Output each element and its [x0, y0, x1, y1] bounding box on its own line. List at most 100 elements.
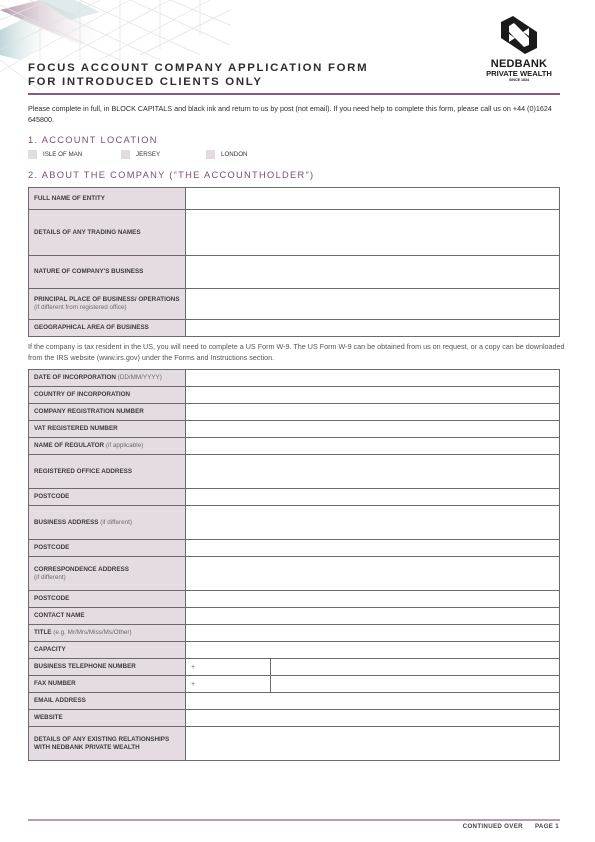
nature-of-company-s-business-input[interactable]	[185, 255, 560, 289]
form-row-name-of-regulator: NAME OF REGULATOR (if applicable)	[28, 437, 560, 455]
full-name-of-entity-input[interactable]	[185, 187, 560, 210]
capacity-input[interactable]	[185, 641, 560, 659]
form-row-details-of-any-trading-names: DETAILS OF ANY TRADING NAMES	[28, 209, 560, 256]
number-input[interactable]	[270, 675, 560, 693]
field-label: COUNTRY OF INCORPORATION	[28, 386, 186, 404]
number-input[interactable]	[270, 658, 560, 676]
field-label-text: PRINCIPAL PLACE OF BUSINESS/ OPERATIONS	[34, 296, 180, 303]
field-label-text: GEOGRAPHICAL AREA OF BUSINESS	[34, 324, 149, 331]
field-hint: (DD/MM/YYYY)	[117, 374, 162, 381]
option-label: ISLE OF MAN	[43, 151, 83, 158]
option-jersey[interactable]: JERSEY	[121, 150, 206, 159]
field-label: EMAIL ADDRESS	[28, 692, 186, 710]
form-row-vat-registered-number: VAT REGISTERED NUMBER	[28, 420, 560, 438]
title-input[interactable]	[185, 624, 560, 642]
form-row-date-of-incorporation: DATE OF INCORPORATION (DD/MM/YYYY)	[28, 369, 560, 387]
field-label-text: REGISTERED OFFICE ADDRESS	[34, 467, 133, 475]
field-label: FAX NUMBER	[28, 675, 186, 693]
field-label-text: COMPANY REGISTRATION NUMBER	[34, 408, 144, 415]
section-heading-account-location: 1. ACCOUNT LOCATION	[28, 135, 158, 145]
footer-divider	[28, 819, 560, 821]
details-of-any-trading-names-input[interactable]	[185, 209, 560, 256]
field-label: FULL NAME OF ENTITY	[28, 187, 186, 210]
email-address-input[interactable]	[185, 692, 560, 710]
form-row-title: TITLE (e.g. Mr/Mrs/Miss/Ms/Other)	[28, 624, 560, 642]
option-isle-of-man[interactable]: ISLE OF MAN	[28, 150, 121, 159]
option-london[interactable]: LONDON	[206, 150, 247, 159]
field-label-text: EMAIL ADDRESS	[34, 697, 86, 704]
field-label: DATE OF INCORPORATION (DD/MM/YYYY)	[28, 369, 186, 387]
business-address-input[interactable]	[185, 505, 560, 540]
form-row-website: WEBSITE	[28, 709, 560, 727]
postcode-input[interactable]	[185, 488, 560, 506]
principal-place-of-business-operations-input[interactable]	[185, 288, 560, 320]
field-label-text: CORRESPONDENCE ADDRESS	[34, 565, 129, 573]
form-row-business-telephone-number: BUSINESS TELEPHONE NUMBER +	[28, 658, 560, 676]
field-label: POSTCODE	[28, 539, 186, 557]
logo-since: SINCE 1834	[509, 78, 529, 82]
field-label-text: COUNTRY OF INCORPORATION	[34, 391, 131, 398]
company-details-table-1: FULL NAME OF ENTITY DETAILS OF ANY TRADIN…	[28, 187, 560, 337]
field-label: CORRESPONDENCE ADDRESS (if different)	[28, 556, 186, 591]
postcode-input[interactable]	[185, 590, 560, 608]
country-of-incorporation-input[interactable]	[185, 386, 560, 404]
form-row-contact-name: CONTACT NAME	[28, 607, 560, 625]
form-title-line2: FOR INTRODUCED CLIENTS ONLY	[28, 76, 263, 88]
section-heading-about-company: 2. ABOUT THE COMPANY (“THE ACCOUNTHOLDER…	[28, 170, 315, 180]
checkbox-isle-of-man[interactable]	[28, 150, 37, 159]
form-row-principal-place-of-business-operations: PRINCIPAL PLACE OF BUSINESS/ OPERATIONS(…	[28, 288, 560, 320]
plus-prefix: +	[191, 663, 196, 671]
header-divider	[28, 93, 560, 95]
details-of-any-existing-relationships-with-nedbank-private-wealth-input[interactable]	[185, 726, 560, 761]
form-row-full-name-of-entity: FULL NAME OF ENTITY	[28, 187, 560, 210]
form-row-registered-office-address: REGISTERED OFFICE ADDRESS	[28, 454, 560, 489]
form-row-details-of-any-existing-relationships-with-nedbank-private-wealth: DETAILS OF ANY EXISTING RELATIONSHIPS WI…	[28, 726, 560, 761]
field-label: POSTCODE	[28, 488, 186, 506]
field-label-text: POSTCODE	[34, 493, 70, 500]
field-hint: (if applicable)	[105, 442, 144, 449]
field-label: VAT REGISTERED NUMBER	[28, 420, 186, 438]
field-label-text: DETAILS OF ANY TRADING NAMES	[34, 228, 141, 236]
field-label: NAME OF REGULATOR (if applicable)	[28, 437, 186, 455]
form-row-nature-of-company-s-business: NATURE OF COMPANY'S BUSINESS	[28, 255, 560, 289]
checkbox-london[interactable]	[206, 150, 215, 159]
field-label: BUSINESS TELEPHONE NUMBER	[28, 658, 186, 676]
field-hint: (if different)	[34, 573, 66, 581]
field-label-text: TITLE	[34, 629, 52, 636]
country-code-input[interactable]: +	[185, 658, 271, 676]
vat-registered-number-input[interactable]	[185, 420, 560, 438]
logo-subtitle: PRIVATE WEALTH	[486, 69, 552, 78]
field-label-text: DATE OF INCORPORATION	[34, 374, 116, 381]
registered-office-address-input[interactable]	[185, 454, 560, 489]
website-input[interactable]	[185, 709, 560, 727]
checkbox-jersey[interactable]	[121, 150, 130, 159]
form-title-line1: FOCUS ACCOUNT COMPANY APPLICATION FORM	[28, 62, 369, 74]
field-label: POSTCODE	[28, 590, 186, 608]
field-hint: (if different)	[100, 518, 132, 526]
field-label: PRINCIPAL PLACE OF BUSINESS/ OPERATIONS(…	[28, 288, 186, 320]
correspondence-address-input[interactable]	[185, 556, 560, 591]
country-code-input[interactable]: +	[185, 675, 271, 693]
company-registration-number-input[interactable]	[185, 403, 560, 421]
contact-name-input[interactable]	[185, 607, 560, 625]
nedbank-logo: NEDBANK PRIVATE WEALTH SINCE 1834	[476, 14, 562, 83]
field-label: COMPANY REGISTRATION NUMBER	[28, 403, 186, 421]
field-label-text: FULL NAME OF ENTITY	[34, 194, 105, 202]
field-label-text: VAT REGISTERED NUMBER	[34, 425, 118, 432]
option-label: LONDON	[221, 151, 248, 158]
postcode-input[interactable]	[185, 539, 560, 557]
field-label-text: FAX NUMBER	[34, 680, 76, 687]
company-details-table-2: DATE OF INCORPORATION (DD/MM/YYYY) COUNTR…	[28, 369, 560, 761]
date-of-incorporation-input[interactable]	[185, 369, 560, 387]
field-label-text: BUSINESS ADDRESS	[34, 518, 99, 526]
field-label-text: NAME OF REGULATOR	[34, 442, 105, 449]
field-label: GEOGRAPHICAL AREA OF BUSINESS	[28, 319, 186, 337]
form-row-correspondence-address: CORRESPONDENCE ADDRESS (if different)	[28, 556, 560, 591]
form-title: FOCUS ACCOUNT COMPANY APPLICATION FORM F…	[28, 61, 368, 89]
form-row-email-address: EMAIL ADDRESS	[28, 692, 560, 710]
geographical-area-of-business-input[interactable]	[185, 319, 560, 337]
field-label: TITLE (e.g. Mr/Mrs/Miss/Ms/Other)	[28, 624, 186, 642]
us-tax-note: If the company is tax resident in the US…	[28, 342, 565, 362]
field-hint: (if different from registered office)	[34, 304, 127, 311]
name-of-regulator-input[interactable]	[185, 437, 560, 455]
